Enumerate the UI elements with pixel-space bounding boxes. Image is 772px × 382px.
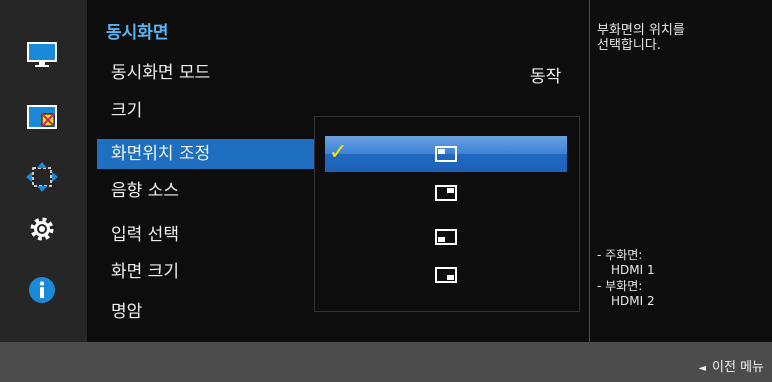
- sub-source-value: HDMI 2: [611, 294, 655, 308]
- menu-item-label: 입력 선택: [111, 225, 179, 245]
- info-icon[interactable]: [22, 275, 62, 305]
- pip-mode-value: 동작: [530, 67, 562, 87]
- position-option-bottom-left[interactable]: [325, 219, 567, 255]
- main-source-label: - 주화면:: [597, 248, 643, 262]
- position-option-top-left[interactable]: ✓: [325, 136, 567, 172]
- pip-bottom-right-icon: [435, 267, 457, 283]
- menu-item-size[interactable]: 크기: [97, 96, 317, 126]
- menu-item-label: 화면 크기: [111, 262, 179, 282]
- main-source-value: HDMI 1: [611, 263, 655, 277]
- sub-label: - 부화면:: [597, 279, 643, 293]
- menu-item-label: 화면위치 조정: [111, 144, 211, 164]
- menu-item-source-select[interactable]: 입력 선택: [97, 220, 317, 250]
- position-option-top-right[interactable]: [325, 175, 567, 211]
- menu-item-pip-mode[interactable]: 동시화면 모드: [97, 58, 567, 88]
- bottom-bar: ◄ 이전 메뉴: [0, 342, 772, 382]
- position-option-bottom-right[interactable]: [325, 257, 567, 293]
- osd-screen: 동시화면 동시화면 모드 동작 크기 화면위치 조정 음향 소스 입력 선택 화…: [0, 0, 772, 382]
- monitor-icon[interactable]: [22, 40, 62, 70]
- menu-item-sound-source[interactable]: 음향 소스: [97, 176, 317, 206]
- position-submenu: ✓: [314, 116, 580, 312]
- menu-item-label: 동시화면 모드: [111, 63, 211, 83]
- help-panel: 부화면의 위치를 선택합니다. - 주화면: HDMI 1 - 부화면: HDMI…: [590, 0, 772, 342]
- menu-item-contrast[interactable]: 명암: [97, 297, 317, 327]
- back-button[interactable]: ◄ 이전 메뉴: [698, 356, 764, 375]
- menu-item-position[interactable]: 화면위치 조정: [97, 139, 317, 169]
- main-label: 주화면:: [605, 248, 643, 262]
- pip-top-left-icon: [435, 146, 457, 162]
- menu-item-label: 음향 소스: [111, 181, 179, 201]
- back-label: 이전 메뉴: [712, 360, 764, 375]
- picture-in-picture-icon[interactable]: [22, 102, 62, 132]
- menu-item-label: 명암: [111, 302, 143, 322]
- move-arrows-icon[interactable]: [22, 162, 62, 192]
- pip-top-right-icon: [435, 185, 457, 201]
- category-icon-strip: [0, 0, 87, 342]
- pip-bottom-left-icon: [435, 229, 457, 245]
- menu-item-picture-size[interactable]: 화면 크기: [97, 257, 317, 287]
- help-description: 부화면의 위치를 선택합니다.: [597, 23, 685, 53]
- gear-icon[interactable]: [22, 214, 62, 244]
- menu-item-label: 크기: [111, 101, 143, 121]
- check-icon: ✓: [329, 140, 348, 165]
- menu-title: 동시화면: [106, 23, 169, 43]
- triangle-left-icon: ◄: [698, 363, 707, 374]
